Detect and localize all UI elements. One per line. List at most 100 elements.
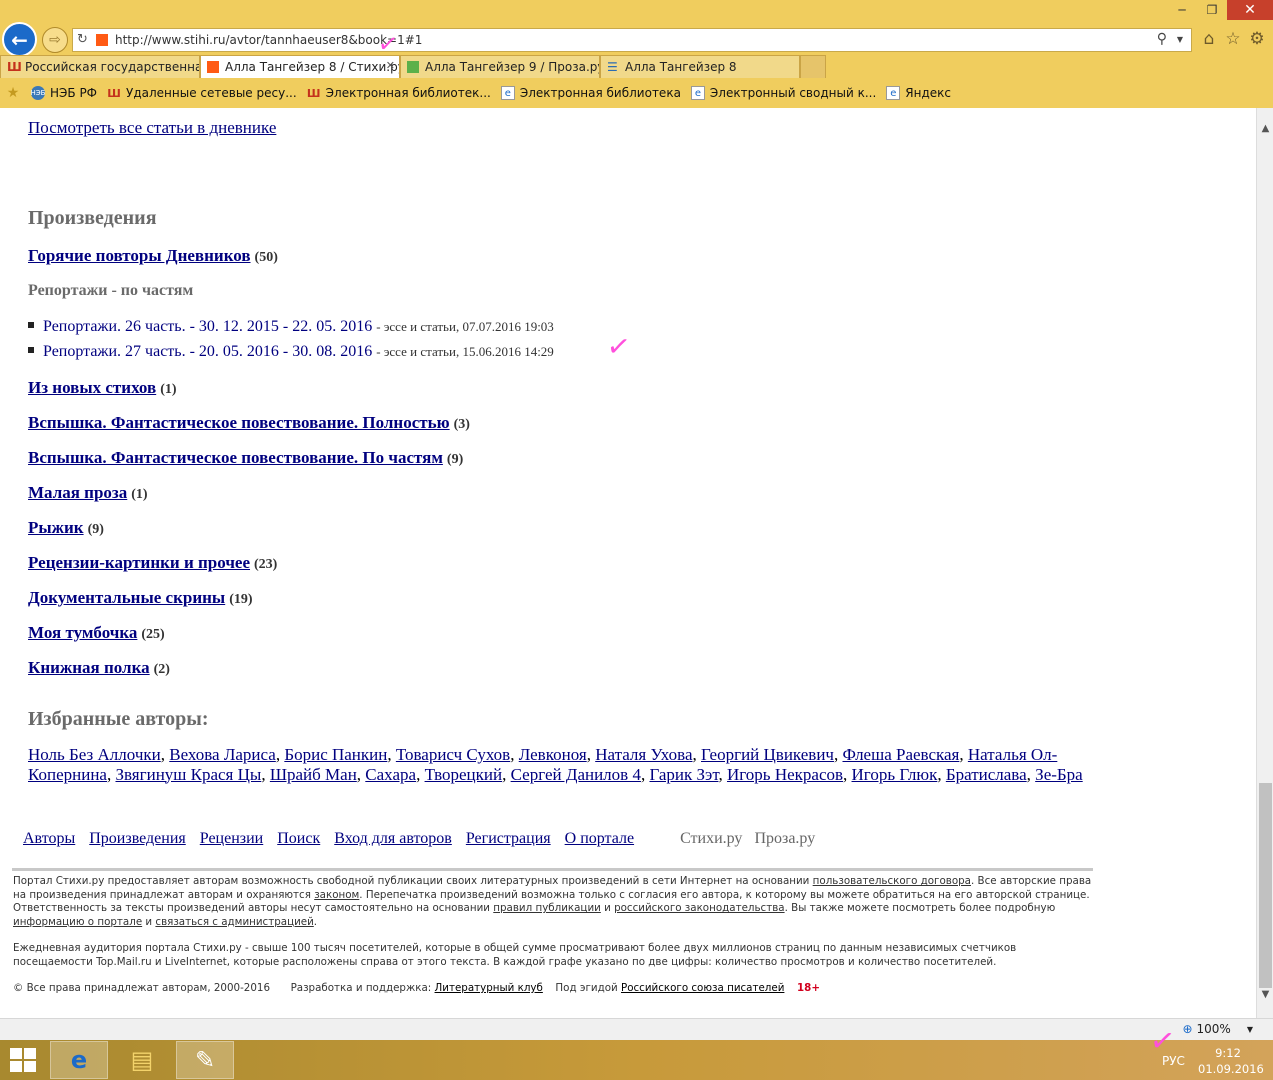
- close-tab-icon[interactable]: ✕: [386, 59, 395, 72]
- file-explorer-icon[interactable]: ▤: [113, 1041, 171, 1079]
- favorite-authors-list: Ноль Без Аллочки, Вехова Лариса, Борис П…: [28, 745, 1083, 784]
- footer-link-login[interactable]: Вход для авторов: [334, 830, 452, 847]
- address-url[interactable]: http://www.stihi.ru/avtor/tannhaeuser8&b…: [115, 33, 422, 47]
- book-link[interactable]: Рыжик: [28, 518, 84, 537]
- book-link[interactable]: Моя тумбочка: [28, 623, 137, 642]
- arrow-right-icon: ⇨: [49, 32, 61, 48]
- book-link[interactable]: Документальные скрины: [28, 588, 225, 607]
- author-link[interactable]: Левконоя: [519, 745, 587, 764]
- author-link[interactable]: Творецкий: [425, 765, 503, 784]
- favorites-star-icon[interactable]: ☆: [1222, 28, 1244, 50]
- favorite-item[interactable]: Ш Удаленные сетевые ресу...: [107, 86, 297, 100]
- author-link[interactable]: Гарик Зэт: [649, 765, 718, 784]
- internet-explorer-icon[interactable]: e: [50, 1041, 108, 1079]
- scroll-down-icon[interactable]: ▼: [1257, 986, 1273, 1003]
- lit-club-link[interactable]: Литературный клуб: [435, 982, 543, 994]
- page-content: Посмотреть все статьи в дневнике Произве…: [0, 108, 1256, 1018]
- refresh-icon[interactable]: ↻: [77, 32, 88, 47]
- vertical-scrollbar[interactable]: ▲ ▼: [1256, 108, 1273, 1018]
- author-link[interactable]: Вехова Лариса: [169, 745, 276, 764]
- author-link[interactable]: Зе-Бра: [1035, 765, 1083, 784]
- author-link[interactable]: Сахара: [365, 765, 416, 784]
- paint-icon[interactable]: ✎: [176, 1041, 234, 1079]
- russian-law-link[interactable]: российского законодательства: [614, 902, 785, 914]
- tab-book[interactable]: ☰ Алла Тангейзер 8: [600, 55, 800, 78]
- book-count: (1): [160, 382, 177, 397]
- author-link[interactable]: Ноль Без Аллочки: [28, 745, 161, 764]
- report-link[interactable]: Репортажи. 26 часть. - 30. 12. 2015 - 22…: [43, 318, 372, 336]
- book-link[interactable]: Вспышка. Фантастическое повествование. П…: [28, 448, 443, 467]
- windows-start-icon[interactable]: [10, 1048, 38, 1072]
- publication-rules-link[interactable]: правил публикации: [493, 902, 601, 914]
- writers-union-link[interactable]: Российского союза писателей: [621, 982, 784, 994]
- author-link[interactable]: Наталя Ухова: [595, 745, 692, 764]
- scroll-up-icon[interactable]: ▲: [1257, 120, 1273, 137]
- footer-link-register[interactable]: Регистрация: [466, 830, 551, 847]
- author-link[interactable]: Братислава: [946, 765, 1027, 784]
- forward-button[interactable]: ⇨: [42, 27, 68, 53]
- footer-link-works[interactable]: Произведения: [89, 830, 186, 847]
- scroll-thumb[interactable]: [1259, 783, 1272, 988]
- chevron-down-icon[interactable]: ▼: [1247, 1025, 1253, 1034]
- home-icon[interactable]: ⌂: [1198, 28, 1220, 50]
- favorite-item[interactable]: e Яндекс: [886, 86, 951, 100]
- tab-proza[interactable]: Алла Тангейзер 9 / Проза.ру: [400, 55, 600, 78]
- footer-site-stihi[interactable]: Стихи.ру: [680, 830, 742, 847]
- restore-button[interactable]: ❐: [1197, 0, 1227, 20]
- footer-link-authors[interactable]: Авторы: [23, 830, 75, 847]
- favorite-label: Яндекс: [905, 86, 951, 100]
- book-link[interactable]: Вспышка. Фантастическое повествование. П…: [28, 413, 450, 432]
- author-link[interactable]: Шрайб Ман: [270, 765, 357, 784]
- author-link[interactable]: Борис Панкин: [284, 745, 387, 764]
- new-tab-button[interactable]: [800, 55, 826, 78]
- book-link[interactable]: Малая проза: [28, 483, 127, 502]
- tab-rgb-library[interactable]: Ш Российская государственная ...: [0, 55, 200, 78]
- diary-articles-link[interactable]: Посмотреть все статьи в дневнике: [28, 118, 276, 138]
- author-link[interactable]: Звягинуш Крася Цы: [115, 765, 261, 784]
- author-link[interactable]: Флеша Раевская: [842, 745, 959, 764]
- author-link[interactable]: Товарисч Сухов: [396, 745, 510, 764]
- law-link[interactable]: законом: [314, 889, 359, 901]
- address-bar[interactable]: ↻ http://www.stihi.ru/avtor/tannhaeuser8…: [72, 28, 1192, 52]
- favorite-item[interactable]: Ш Электронная библиотек...: [307, 86, 491, 100]
- favorites-star-button[interactable]: ★: [6, 85, 25, 101]
- chevron-down-icon[interactable]: ▼: [1177, 35, 1183, 44]
- portal-info-link[interactable]: информацию о портале: [13, 916, 142, 928]
- book-item: Книжная полка (2): [28, 658, 170, 678]
- book-count: (2): [153, 662, 170, 677]
- favorite-item[interactable]: e Электронный сводный к...: [690, 86, 877, 100]
- footer-site-proza[interactable]: Проза.ру: [754, 830, 815, 847]
- minimize-button[interactable]: ─: [1167, 0, 1197, 20]
- footer-link-reviews[interactable]: Рецензии: [200, 830, 263, 847]
- book-link[interactable]: Из новых стихов: [28, 378, 156, 397]
- close-window-button[interactable]: ✕: [1227, 0, 1273, 20]
- book-count: (9): [87, 522, 104, 537]
- author-link[interactable]: Георгий Цвикевич: [701, 745, 834, 764]
- author-link[interactable]: Сергей Данилов 4: [511, 765, 641, 784]
- favorite-item[interactable]: НЭБ НЭБ РФ: [31, 86, 97, 100]
- book-link[interactable]: Горячие повторы Дневников: [28, 246, 251, 265]
- book-link[interactable]: Книжная полка: [28, 658, 150, 677]
- book-link[interactable]: Рецензии-картинки и прочее: [28, 553, 250, 572]
- clock[interactable]: 9:12 01.09.2016: [1198, 1045, 1264, 1077]
- author-link[interactable]: Игорь Некрасов: [727, 765, 843, 784]
- favorites-star-icon: ★: [6, 85, 20, 101]
- book-item: Малая проза (1): [28, 483, 148, 503]
- favorite-label: Электронный сводный к...: [709, 86, 877, 100]
- gear-icon[interactable]: ⚙: [1246, 28, 1268, 50]
- tab-label: Алла Тангейзер 9 / Проза.ру: [425, 60, 600, 74]
- favorite-item[interactable]: e Электронная библиотека: [500, 86, 681, 100]
- search-icon[interactable]: ⚲: [1157, 31, 1167, 47]
- favorite-label: Удаленные сетевые ресу...: [126, 86, 297, 100]
- author-link[interactable]: Игорь Глюк: [852, 765, 938, 784]
- contact-admin-link[interactable]: связаться с администрацией: [155, 916, 313, 928]
- zoom-control[interactable]: ⊕ 100% ▼: [1182, 1022, 1253, 1036]
- tab-stihi[interactable]: Алла Тангейзер 8 / Стихи.ру ✕: [200, 55, 400, 78]
- arrow-left-icon: ←: [11, 27, 28, 52]
- user-agreement-link[interactable]: пользовательского договора: [813, 875, 971, 887]
- report-link[interactable]: Репортажи. 27 часть. - 20. 05. 2016 - 30…: [43, 343, 372, 361]
- footer-link-about[interactable]: О портале: [565, 830, 634, 847]
- footer-link-search[interactable]: Поиск: [277, 830, 320, 847]
- back-button[interactable]: ←: [2, 22, 37, 57]
- works-heading: Произведения: [28, 207, 157, 229]
